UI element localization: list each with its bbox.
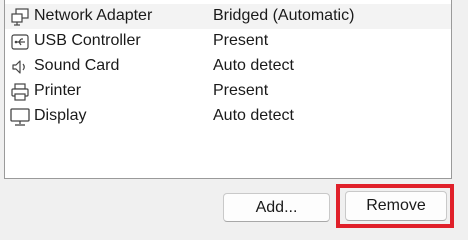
device-summary: Auto detect: [213, 57, 294, 74]
device-summary: Present: [213, 82, 269, 99]
remove-button[interactable]: Remove: [345, 191, 447, 221]
device-name: Printer: [34, 82, 82, 99]
device-name: Display: [34, 107, 87, 124]
display-icon: [9, 107, 31, 127]
device-list[interactable]: Network Adapter Bridged (Automatic) USB …: [4, 0, 452, 179]
list-item-display[interactable]: Display Auto detect: [5, 104, 451, 129]
device-summary: Auto detect: [213, 107, 294, 124]
list-item-sound-card[interactable]: Sound Card Auto detect: [5, 54, 451, 79]
device-name: Network Adapter: [34, 7, 153, 24]
list-item-printer[interactable]: Printer Present: [5, 79, 451, 104]
device-name: Sound Card: [34, 57, 120, 74]
network-adapter-icon: [9, 7, 31, 27]
device-summary: Bridged (Automatic): [213, 7, 355, 24]
device-summary: Present: [213, 32, 269, 49]
sound-card-icon: [9, 57, 31, 77]
list-item-usb-controller[interactable]: USB Controller Present: [5, 29, 451, 54]
hardware-settings-panel: Network Adapter Bridged (Automatic) USB …: [0, 0, 468, 234]
device-name: USB Controller: [34, 32, 141, 49]
list-item-network-adapter[interactable]: Network Adapter Bridged (Automatic): [5, 4, 451, 29]
usb-controller-icon: [9, 32, 31, 52]
printer-icon: [9, 82, 31, 102]
add-button[interactable]: Add...: [223, 193, 330, 222]
